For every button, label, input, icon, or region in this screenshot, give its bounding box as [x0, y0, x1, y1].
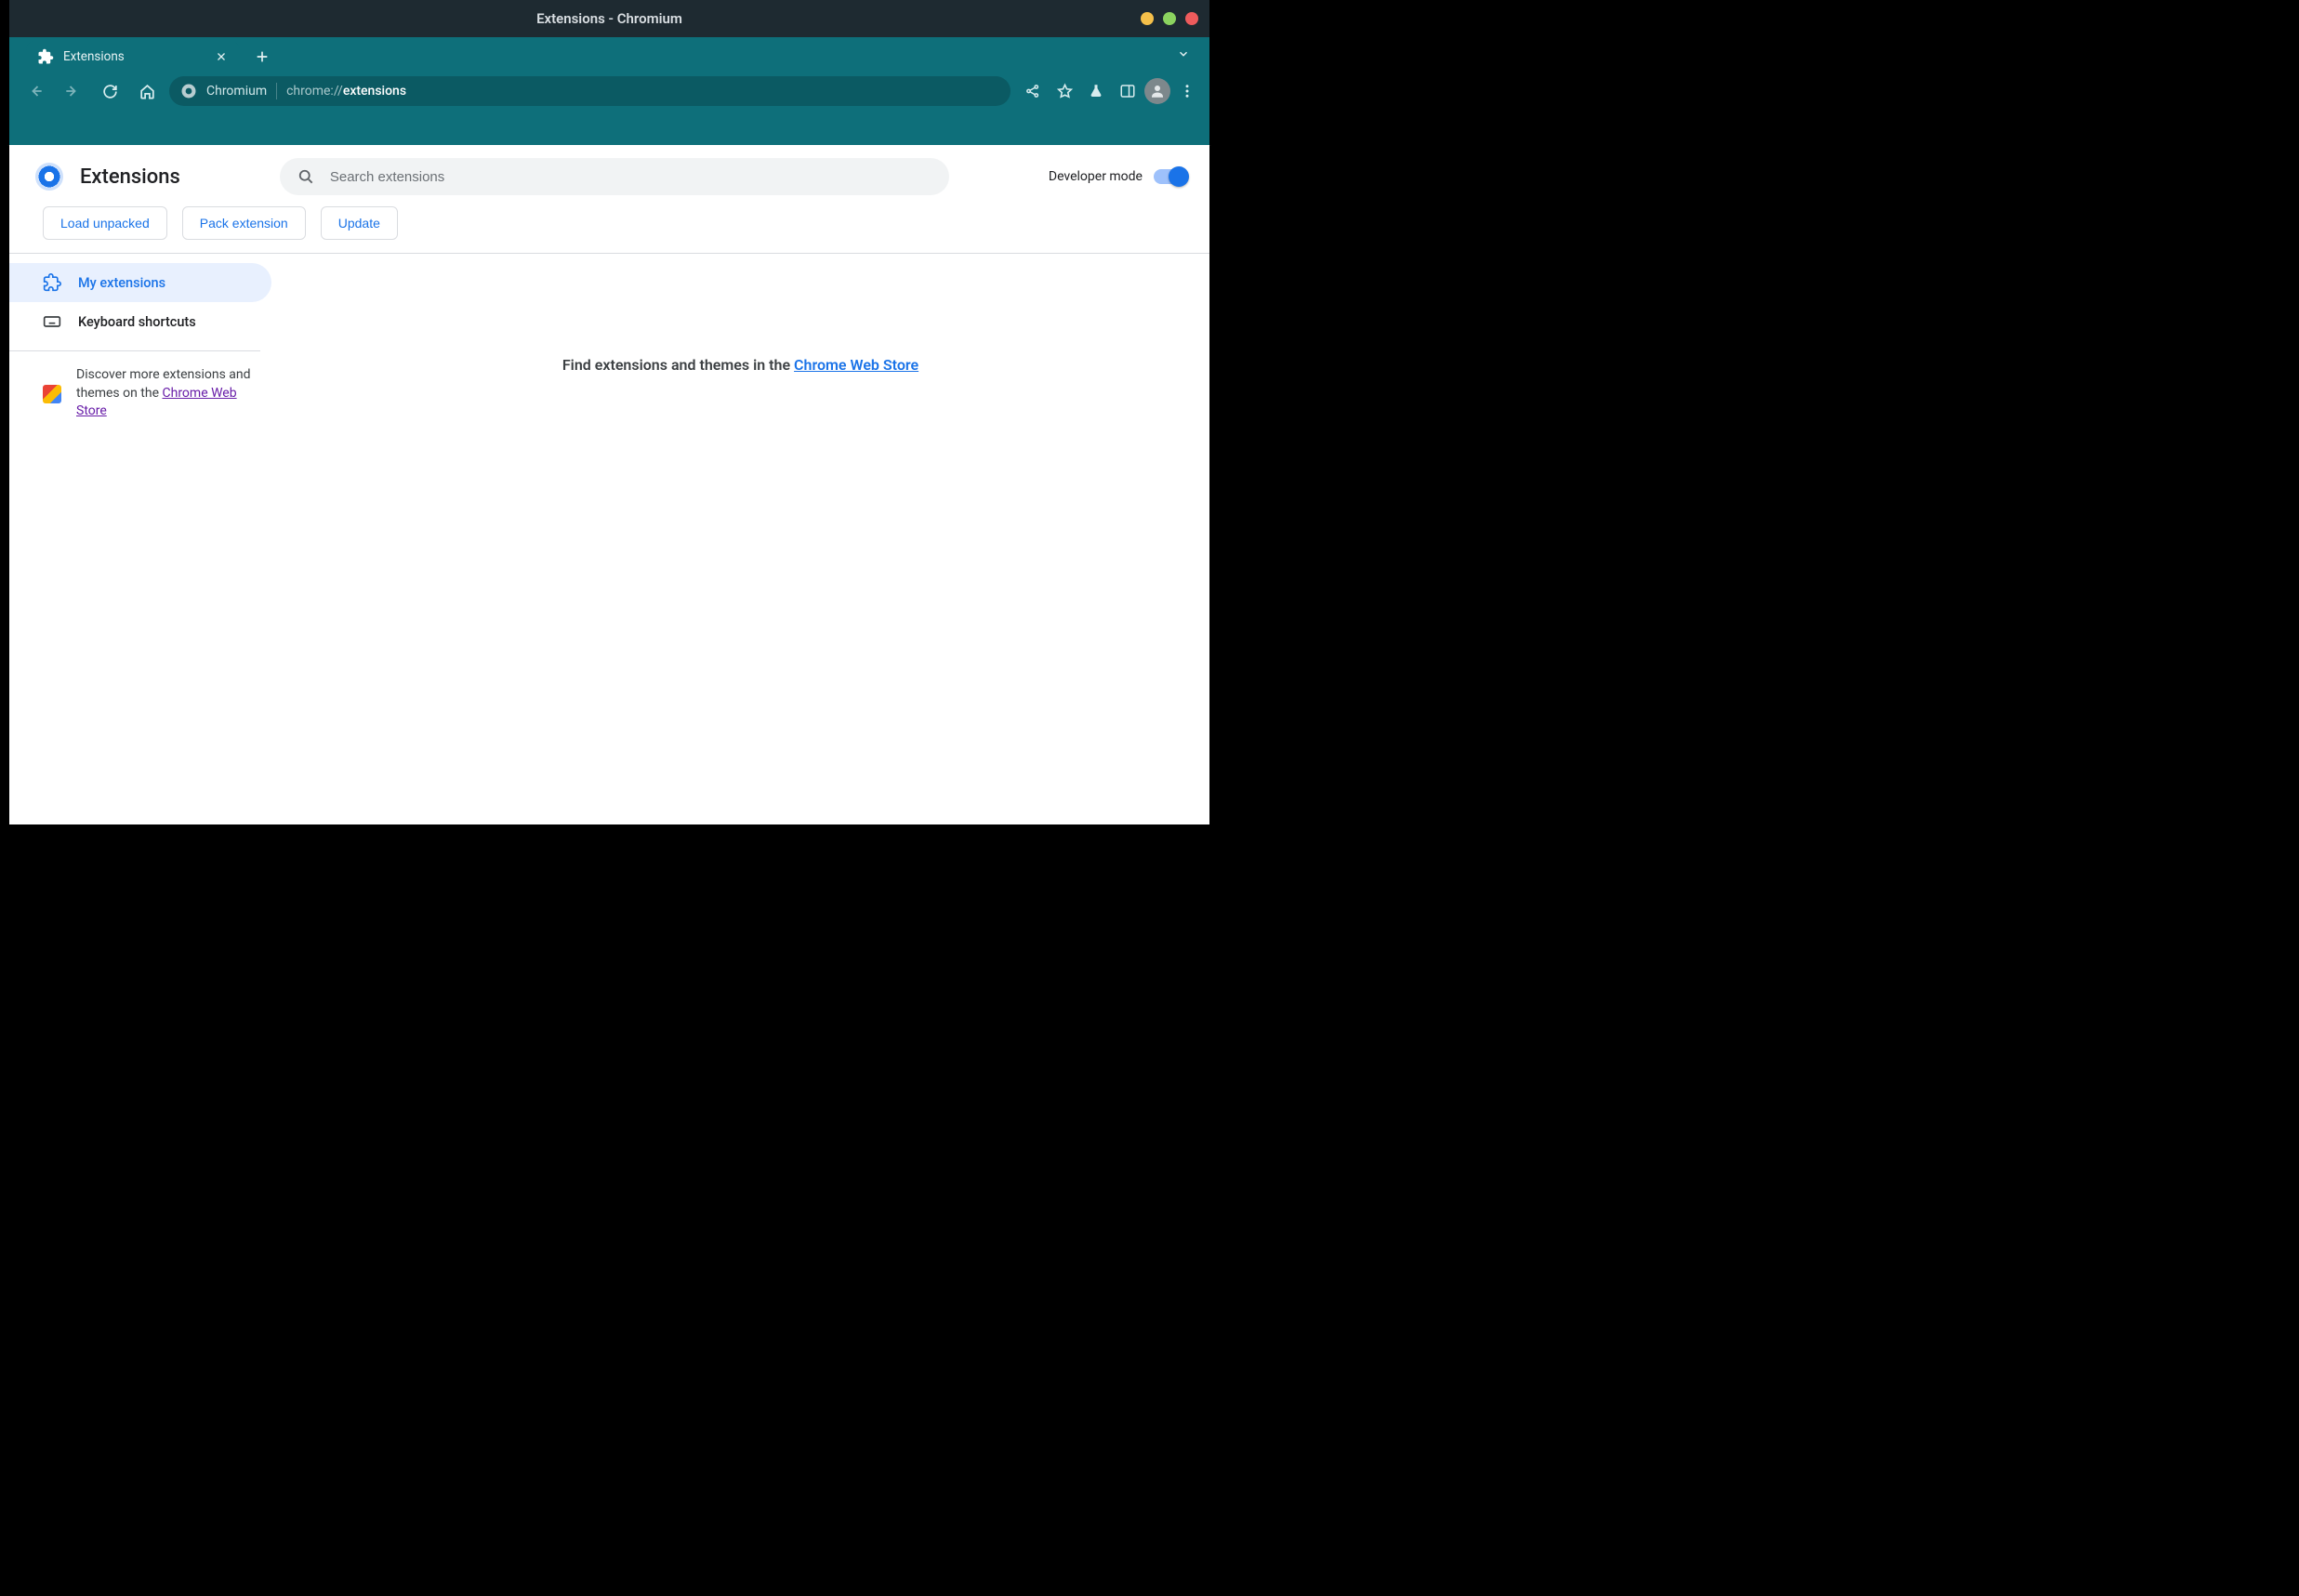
nav-back-button[interactable] [20, 76, 50, 106]
empty-web-store-link[interactable]: Chrome Web Store [794, 356, 918, 374]
close-icon [216, 51, 227, 62]
browser-chrome: Extensions Chromium ch [0, 37, 1219, 145]
omnibox-site-label: Chromium [206, 84, 267, 99]
search-input[interactable] [328, 168, 932, 186]
chrome-logo-icon [180, 83, 197, 99]
sidepanel-icon [1119, 83, 1136, 99]
developer-mode: Developer mode [1049, 169, 1187, 184]
main-panel: Find extensions and themes in the Chrome… [271, 254, 1209, 824]
empty-msg-prefix: Find extensions and themes in the [562, 356, 794, 374]
sidebar: My extensions Keyboard shortcuts Discove… [9, 254, 271, 824]
tab-close-button[interactable] [214, 49, 229, 64]
browser-tab[interactable]: Extensions [26, 41, 240, 73]
omnibox-url-scheme: chrome:// [286, 84, 343, 99]
browser-menu-button[interactable] [1172, 76, 1202, 106]
search-extensions-box[interactable] [280, 158, 949, 195]
window-minimize-button[interactable] [1141, 12, 1154, 25]
window-close-button[interactable] [1185, 12, 1198, 25]
new-tab-button[interactable] [249, 44, 275, 70]
empty-state-message: Find extensions and themes in the Chrome… [271, 356, 1209, 374]
sidebar-web-store-promo: Discover more extensions and themes on t… [9, 366, 271, 421]
tab-title: Extensions [63, 49, 205, 64]
keyboard-icon [43, 312, 61, 331]
home-icon [139, 83, 156, 100]
omnibox-url-path: extensions [343, 84, 406, 99]
browser-toolbar: Chromium chrome://extensions [9, 73, 1209, 110]
sidebar-item-label: My extensions [78, 275, 165, 291]
developer-mode-toggle[interactable] [1154, 169, 1187, 184]
sidebar-item-label: Keyboard shortcuts [78, 314, 196, 330]
profile-avatar[interactable] [1144, 78, 1170, 104]
extensions-header: Extensions Developer mode [9, 145, 1209, 206]
nav-reload-button[interactable] [95, 76, 125, 106]
extensions-body: My extensions Keyboard shortcuts Discove… [9, 254, 1209, 824]
omnibox-separator [276, 83, 277, 99]
kebab-icon [1179, 83, 1196, 99]
sidebar-item-keyboard-shortcuts[interactable]: Keyboard shortcuts [9, 302, 271, 341]
toolbar-right [1018, 76, 1202, 106]
person-icon [1149, 83, 1166, 99]
bookmark-button[interactable] [1050, 76, 1079, 106]
sidepanel-button[interactable] [1113, 76, 1143, 106]
extensions-page: Extensions Developer mode Load unpacked … [0, 145, 1219, 824]
arrow-right-icon [63, 82, 82, 100]
search-icon [297, 167, 315, 186]
chevron-down-icon [1177, 47, 1190, 60]
star-icon [1056, 83, 1074, 100]
reload-icon [101, 83, 119, 100]
developer-mode-label: Developer mode [1049, 169, 1143, 184]
developer-actions: Load unpacked Pack extension Update [9, 206, 1209, 253]
desktop-bottom-border [0, 824, 1219, 834]
update-button[interactable]: Update [321, 206, 398, 240]
arrow-left-icon [26, 82, 45, 100]
load-unpacked-button[interactable]: Load unpacked [43, 206, 167, 240]
share-icon [1024, 83, 1041, 99]
web-store-icon [43, 385, 61, 403]
puzzle-icon [43, 273, 61, 292]
toggle-knob [1169, 166, 1189, 187]
share-button[interactable] [1018, 76, 1048, 106]
window-titlebar: Extensions - Chromium [0, 0, 1219, 37]
sidebar-promo-text: Discover more extensions and themes on t… [76, 366, 253, 421]
chrome-logo-icon [35, 163, 63, 191]
extension-puzzle-icon [37, 48, 54, 65]
plus-icon [255, 49, 270, 64]
sidebar-item-my-extensions[interactable]: My extensions [9, 263, 271, 302]
window-buttons [1141, 12, 1198, 25]
nav-home-button[interactable] [132, 76, 162, 106]
labs-button[interactable] [1081, 76, 1111, 106]
omnibox[interactable]: Chromium chrome://extensions [169, 76, 1011, 106]
sidebar-divider [9, 350, 260, 351]
page-title: Extensions [80, 165, 180, 189]
pack-extension-button[interactable]: Pack extension [182, 206, 306, 240]
omnibox-url: chrome://extensions [286, 84, 406, 99]
nav-forward-button[interactable] [58, 76, 87, 106]
flask-icon [1088, 83, 1104, 99]
window-title: Extensions - Chromium [536, 10, 682, 27]
tab-overflow-button[interactable] [1170, 41, 1196, 67]
window-maximize-button[interactable] [1163, 12, 1176, 25]
chrome-spacer [9, 110, 1209, 145]
tab-strip: Extensions [9, 37, 1209, 73]
